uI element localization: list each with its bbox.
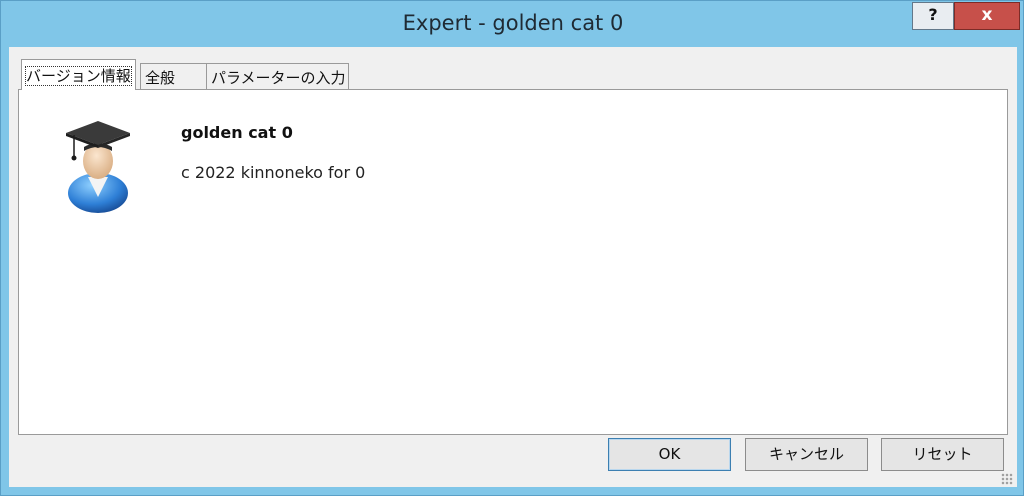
reset-button[interactable]: リセット [881, 438, 1004, 471]
titlebar[interactable]: Expert - golden cat 0 ? x [1, 1, 1024, 47]
tab-parameters[interactable]: パラメーターの入力 [206, 63, 349, 89]
resize-grip[interactable] [1001, 473, 1013, 485]
ok-button[interactable]: OK [608, 438, 731, 471]
graduate-user-icon [64, 117, 132, 213]
tab-general[interactable]: 全般 [140, 63, 207, 89]
tab-version-info[interactable]: バージョン情報 [21, 59, 136, 90]
help-button[interactable]: ? [912, 2, 954, 30]
about-panel: golden cat 0 c 2022 kinnoneko for 0 [18, 89, 1008, 435]
tab-version-info-label: バージョン情報 [26, 67, 131, 85]
expert-name: golden cat 0 [181, 123, 293, 142]
close-button[interactable]: x [954, 2, 1020, 30]
tab-parameters-label: パラメーターの入力 [211, 69, 346, 87]
copyright-text: c 2022 kinnoneko for 0 [181, 163, 365, 182]
dialog-window: Expert - golden cat 0 ? x バージョン情報 全般 パラメ… [0, 0, 1024, 496]
window-title: Expert - golden cat 0 [1, 11, 1024, 35]
dialog-client-area: バージョン情報 全般 パラメーターの入力 golden cat 0 c 2022… [9, 47, 1017, 487]
cancel-button[interactable]: キャンセル [745, 438, 868, 471]
tab-general-label: 全般 [145, 69, 175, 87]
